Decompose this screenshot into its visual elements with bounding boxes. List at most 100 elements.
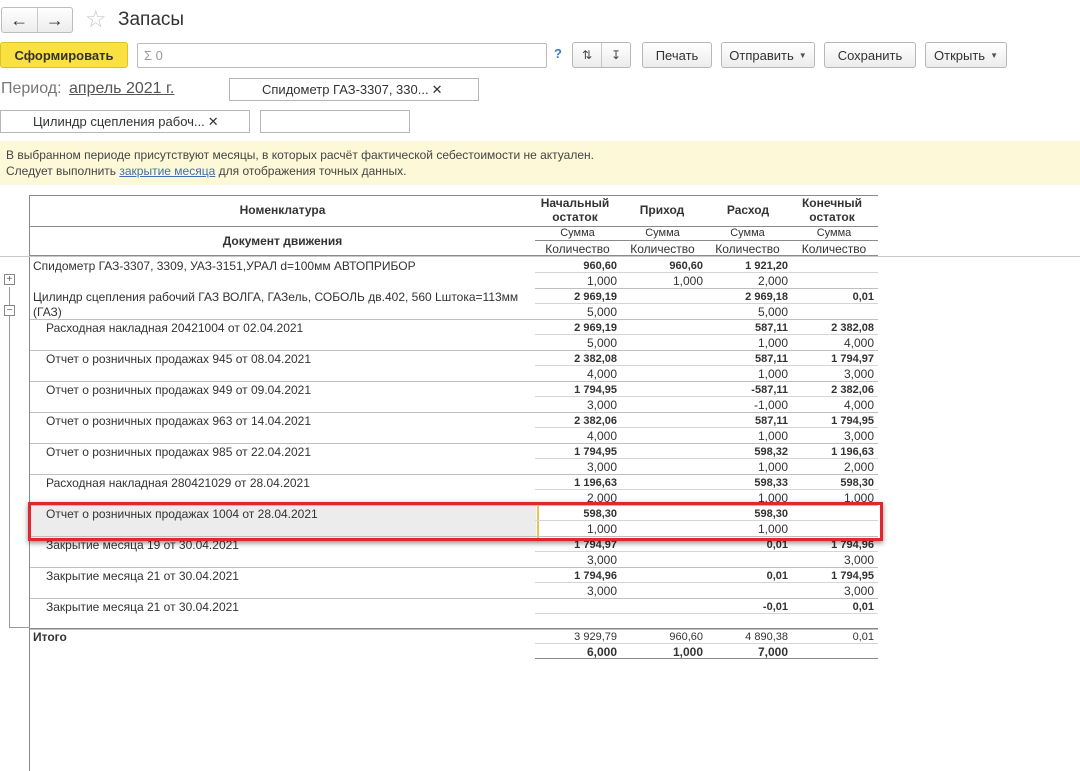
cell-qty: 1,000 [757,429,788,443]
total-bottom-line [535,658,878,659]
header-sum: Сумма [816,227,852,239]
cell-qty: 3,000 [843,429,874,443]
sort-asc-icon[interactable]: ⇅ [573,43,601,67]
cell-sum: 2 382,08 [574,353,617,365]
help-icon[interactable]: ? [554,46,562,61]
cell-qty: 4,000 [843,336,874,350]
cell-sum: 587,11 [754,322,788,334]
highlight-frame [28,502,883,541]
generate-button[interactable]: Сформировать [0,42,128,68]
sort-buttons: ⇅ ↧ [572,42,631,68]
cell-qty: -1,000 [753,398,788,412]
cell-qty: 1,000 [757,367,788,381]
close-icon[interactable]: ✕ [432,82,443,98]
cell-sum: 2 382,08 [831,322,874,334]
header-income: Приход [639,203,685,217]
warning-text: Следует выполнить [6,164,120,178]
cell-qty: 1,000 [757,336,788,350]
filter-field-cylinder[interactable]: Цилиндр сцепления рабоч... ✕ [0,110,250,133]
row-divider [535,458,878,459]
filter-field-speedometer[interactable]: Спидометр ГАЗ-3307, 330... ✕ [229,78,479,101]
cell-sum: 1 921,20 [745,260,788,272]
cell-sum: 2 969,19 [574,322,617,334]
cell-qty: 2,000 [843,460,874,474]
header-line [30,255,878,256]
header-document: Документ движения [222,234,343,248]
cell-qty: 3,000 [586,398,617,412]
period-value-link[interactable]: апрель 2021 г. [69,80,174,98]
header-sum: Сумма [560,227,595,239]
cell-sum: -587,11 [751,384,788,396]
cell-sum: 1 794,95 [574,384,617,396]
row-name: Спидометр ГАЗ-3307, 3309, УАЗ-3151,УРАЛ … [33,259,416,273]
row-divider [535,303,878,304]
row-name: Отчет о розничных продажах 963 от 14.04.… [46,414,312,428]
cell-qty: 5,000 [586,305,617,319]
header-sum: Сумма [730,227,765,239]
row-name: Отчет о розничных продажах 985 от 22.04.… [46,445,312,459]
warning-line-1: В выбранном периоде присутствуют месяцы,… [6,148,594,162]
warning-text: для отображения точных данных. [215,164,407,178]
send-label: Отправить [729,47,794,63]
close-icon[interactable]: ✕ [208,114,219,130]
sort-desc-icon[interactable]: ↧ [601,43,630,67]
cell-sum: 598,32 [754,446,788,458]
cell-sum: 587,11 [754,415,788,427]
tree-line [9,287,10,628]
print-button[interactable]: Печать [642,42,712,68]
row-divider [535,272,878,273]
cell-sum: 587,11 [754,353,788,365]
header-qty: Количество [545,242,610,256]
cell-qty: 1,000 [672,274,703,288]
row-divider [30,629,878,630]
header-sum: Сумма [645,227,680,239]
filter-field-empty[interactable] [260,110,410,133]
forward-arrow-icon[interactable]: → [36,8,73,32]
cell-sum: 598,33 [754,477,788,489]
cell-qty: 3,000 [586,460,617,474]
cell-qty: 5,000 [757,305,788,319]
row-divider [535,396,878,397]
chevron-down-icon: ▼ [798,50,807,60]
navigation-buttons: ← → [1,7,73,33]
star-icon[interactable]: ☆ [85,7,107,33]
row-divider [535,551,878,552]
header-start: Начальный остаток [540,196,610,224]
back-arrow-icon[interactable]: ← [2,8,37,32]
total-sum: 0,01 [852,631,874,643]
row-divider [535,427,878,428]
chevron-down-icon: ▼ [990,50,998,60]
cell-qty: 3,000 [843,367,874,381]
total-sum: 3 929,79 [574,631,617,643]
collapse-icon[interactable]: − [4,305,15,316]
cell-qty: 3,000 [586,553,617,567]
cell-sum: 960,60 [669,260,703,272]
total-qty: 7,000 [757,645,788,659]
header-nomenclature: Номенклатура [239,203,326,217]
search-input[interactable]: Σ 0 [137,43,547,68]
header-line [535,240,878,241]
open-button[interactable]: Открыть ▼ [925,42,1007,68]
period-label: Период: [1,80,62,97]
cell-sum: 1 196,63 [831,446,874,458]
row-divider [535,365,878,366]
cell-qty: 1,000 [586,274,617,288]
cell-qty: 1,000 [757,460,788,474]
cell-sum: 2 969,19 [574,291,617,303]
cell-sum: 1 794,95 [831,415,874,427]
total-sum: 960,60 [669,631,703,643]
open-label: Открыть [934,47,986,63]
expand-icon[interactable]: + [4,274,15,285]
row-divider [535,334,878,335]
cell-sum: 1 196,63 [574,477,617,489]
row-name: Закрытие месяца 21 от 30.04.2021 [46,569,239,583]
close-month-link[interactable]: закрытие месяца [119,164,215,178]
row-divider [535,613,878,614]
cell-sum: 1 794,95 [831,570,874,582]
save-button[interactable]: Сохранить [824,42,916,68]
cell-qty: 3,000 [843,584,874,598]
send-button[interactable]: Отправить ▼ [721,42,815,68]
cell-sum: 1 794,97 [831,353,874,365]
cell-qty: 5,000 [586,336,617,350]
header-qty: Количество [630,242,695,256]
